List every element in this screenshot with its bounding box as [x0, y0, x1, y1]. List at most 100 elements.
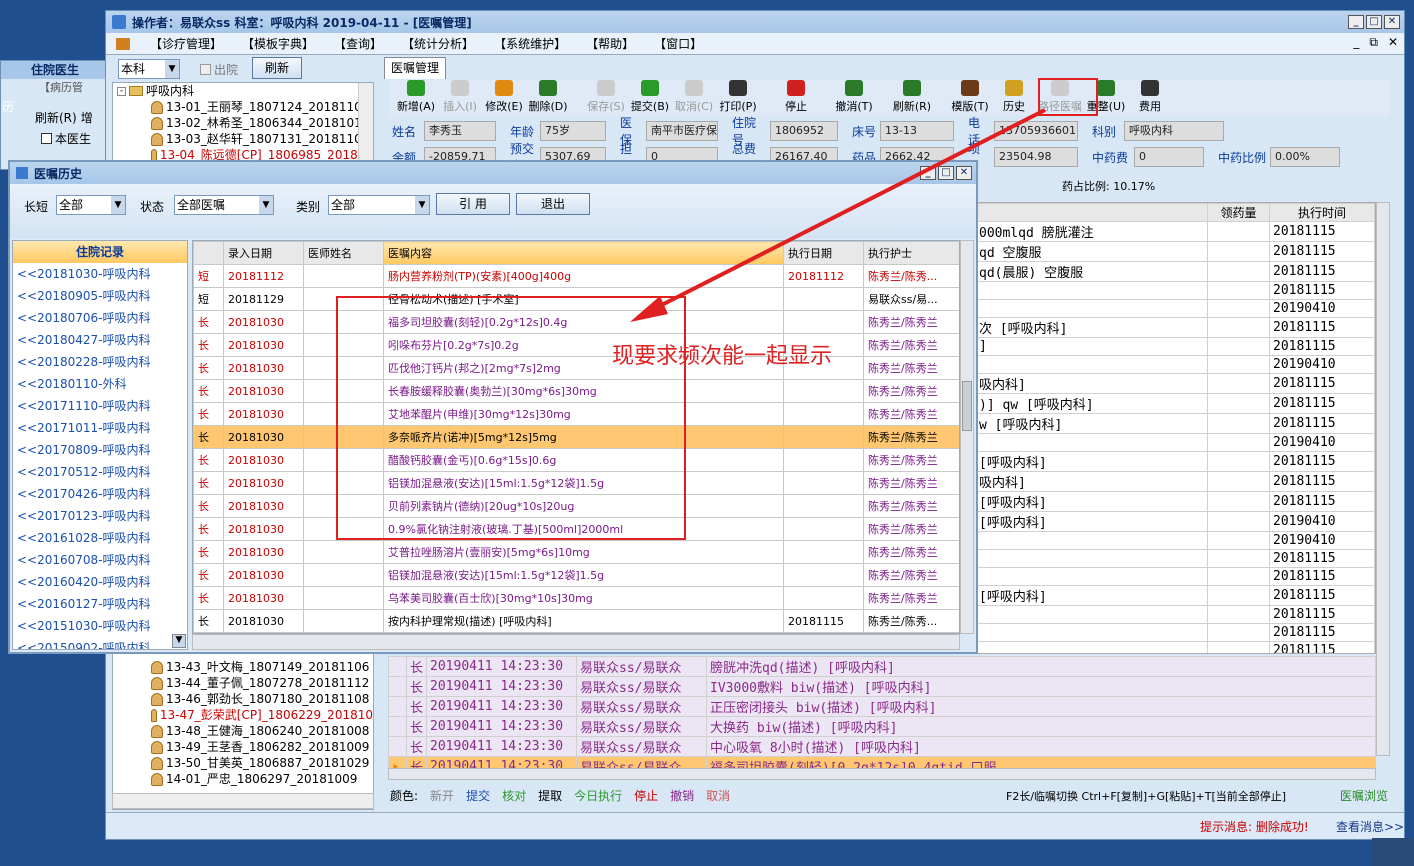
maximize-icon[interactable]: □ [1366, 15, 1382, 29]
records-scroll-down-icon[interactable]: ▼ [172, 634, 186, 648]
col-dispense[interactable]: 领药量 [1207, 203, 1270, 222]
table-row[interactable]: 长 20190411 14:23:30 易联众ss/易联众 正压密闭接头 biw(描述… [388, 696, 1376, 717]
menu-item-3[interactable]: 【统计分析】 [402, 35, 474, 52]
table-row[interactable]: ▸长20190411 14:23:30易联众ss/易联众福多司坦胶囊(刻轻)[0… [388, 756, 1376, 768]
mdi-close-icon[interactable]: ✕ [1388, 35, 1398, 50]
record-item[interactable]: <<20180110-外科 [13, 373, 187, 395]
patient-node[interactable]: 13-46_郭劲长_1807180_20181108 [113, 691, 373, 707]
view-message-link[interactable]: 查看消息>> [1336, 818, 1404, 835]
record-item[interactable]: <<20180706-呼吸内科 [13, 307, 187, 329]
dept-select[interactable]: 本科 ▼ [118, 59, 180, 79]
table-row[interactable]: 长 20181030 乌苯美司胶囊(百士欣)[30mg*10s]30mg 陈秀兰/陈秀… [193, 586, 959, 610]
table-row[interactable]: )] qw [呼吸内科] 20181115 [975, 393, 1375, 414]
record-item[interactable]: <<20171011-呼吸内科 [13, 417, 187, 439]
history-hscrollbar[interactable] [192, 634, 960, 650]
type-select[interactable]: 全部 ▼ [56, 195, 126, 215]
collapse-icon[interactable]: - [117, 86, 126, 96]
menu-item-6[interactable]: 【窗口】 [654, 35, 702, 52]
record-item[interactable]: <<20151030-呼吸内科 [13, 615, 187, 637]
table-row[interactable]: 长 20190411 14:23:30 易联众ss/易联众 膀胱冲洗qd(描述) [呼… [388, 656, 1376, 677]
tree-root[interactable]: - 呼吸内科 [113, 83, 373, 99]
patient-node[interactable]: 13-47_彭荣武[CP]_1806229_201810 [113, 707, 373, 723]
record-item[interactable]: <<20170123-呼吸内科 [13, 505, 187, 527]
record-item[interactable]: <<20180427-呼吸内科 [13, 329, 187, 351]
menu-item-4[interactable]: 【系统维护】 [494, 35, 566, 52]
tree-scrollbar[interactable] [358, 83, 373, 161]
mdi-minimize-icon[interactable]: _ [1353, 35, 1359, 50]
bg-add-button[interactable]: 增 [81, 109, 93, 126]
menu-item-1[interactable]: 【模板字典】 [242, 35, 314, 52]
table-row[interactable]: 吸内科] 20181115 [975, 471, 1375, 492]
table-row[interactable]: 长 20181030 艾普拉唑肠溶片(壹丽安)[5mg*6s]10mg 陈秀兰/陈秀兰 [193, 540, 959, 564]
toolbar-button-1[interactable]: 插入(I) [440, 80, 480, 114]
category-select[interactable]: 全部 ▼ [328, 195, 430, 215]
patient-node[interactable]: 13-50_甘美英_1806887_20181029 [113, 755, 373, 771]
table-row[interactable]: w [呼吸内科] 20181115 [975, 413, 1375, 434]
record-item[interactable]: <<20170426-呼吸内科 [13, 483, 187, 505]
bottom-hscrollbar[interactable] [388, 768, 1376, 780]
table-row[interactable]: ] 20181115 [975, 337, 1375, 356]
patient-node[interactable]: 13-49_王茎香_1806282_20181009 [113, 739, 373, 755]
table-row[interactable]: 20181115 [975, 549, 1375, 568]
record-item[interactable]: <<20161028-呼吸内科 [13, 527, 187, 549]
history-col-header[interactable]: 医师姓名 [303, 241, 384, 265]
order-browse-link[interactable]: 医嘱浏览 [1340, 787, 1388, 804]
record-item[interactable]: <<20180905-呼吸内科 [13, 285, 187, 307]
menu-item-2[interactable]: 【查询】 [334, 35, 382, 52]
table-row[interactable]: [呼吸内科] 20181115 [975, 491, 1375, 512]
toolbar-button-15[interactable]: 费用 [1130, 80, 1170, 114]
exit-button[interactable]: 退出 [516, 193, 590, 215]
close-icon[interactable]: ✕ [1384, 15, 1400, 29]
record-item[interactable]: <<20160420-呼吸内科 [13, 571, 187, 593]
col-exec-time[interactable]: 执行时间 [1269, 203, 1375, 222]
mdi-restore-icon[interactable]: ⧉ [1369, 35, 1378, 50]
record-item[interactable]: <<20150902-呼吸内科 [13, 637, 187, 649]
patient-node[interactable]: 13-02_林希圣_1806344_20181010 [113, 115, 373, 131]
table-row[interactable]: 长 20190411 14:23:30 易联众ss/易联众 IV3000敷料 biw(… [388, 676, 1376, 697]
table-row[interactable]: [呼吸内科] 20190410 [975, 511, 1375, 532]
scroll-thumb[interactable] [962, 381, 972, 431]
table-row[interactable]: 20181115 [975, 567, 1375, 586]
menu-item-5[interactable]: 【帮助】 [586, 35, 634, 52]
toolbar-button-3[interactable]: 删除(D) [528, 80, 568, 114]
record-item[interactable]: <<20181030-呼吸内科 [13, 263, 187, 285]
status-select[interactable]: 全部医嘱 ▼ [174, 195, 274, 215]
record-item[interactable]: <<20160708-呼吸内科 [13, 549, 187, 571]
table-row[interactable]: 吸内科] 20181115 [975, 373, 1375, 394]
table-row[interactable]: 20190410 [975, 355, 1375, 374]
refresh-button[interactable]: 刷新 [252, 57, 302, 79]
patient-node[interactable]: 13-43_叶文梅_1807149_20181106 [113, 659, 373, 675]
table-row[interactable]: 20181115 [975, 605, 1375, 624]
tab-order-management[interactable]: 医嘱管理 [384, 57, 446, 79]
table-row[interactable]: 20181115 [975, 641, 1375, 653]
table-row[interactable]: 20190410 [975, 433, 1375, 452]
patient-node[interactable]: 13-03_赵华轩_1807131_20181106 [113, 131, 373, 147]
patient-node[interactable]: 13-01_王丽琴_1807124_20181106 [113, 99, 373, 115]
record-item[interactable]: <<20171110-呼吸内科 [13, 395, 187, 417]
table-row[interactable]: 长 20181030 铝镁加混悬液(安达)[15ml:1.5g*12袋]1.5g 陈秀… [193, 563, 959, 587]
discharge-checkbox[interactable] [200, 64, 211, 75]
toolbar-button-2[interactable]: 修改(E) [484, 80, 524, 114]
patient-node[interactable]: 14-01_严忠_1806297_20181009 [113, 771, 373, 787]
order-grid-scrollbar[interactable] [1376, 202, 1390, 756]
minimize-icon[interactable]: _ [1348, 15, 1364, 29]
bg-refresh-button[interactable]: 刷新(R) [35, 109, 77, 126]
tree-hscrollbar[interactable] [112, 793, 374, 809]
menu-item-0[interactable]: 【诊疗管理】 [150, 35, 222, 52]
table-row[interactable]: [呼吸内科] 20181115 [975, 451, 1375, 472]
history-col-header[interactable] [193, 241, 224, 265]
table-row[interactable]: 长 20190411 14:23:30 易联众ss/易联众 大换药 biw(描述) [… [388, 716, 1376, 737]
patient-node[interactable]: 13-44_董子佩_1807278_20181112 [113, 675, 373, 691]
record-item[interactable]: <<20180228-呼吸内科 [13, 351, 187, 373]
record-item[interactable]: <<20170809-呼吸内科 [13, 439, 187, 461]
bg-window-tab[interactable]: 【病历管 [1, 79, 105, 97]
table-row[interactable]: 长 20181030 按内科护理常规(描述) [呼吸内科] 20181115 陈秀兰/陈… [193, 609, 959, 633]
no-doctor-checkbox[interactable] [41, 133, 52, 144]
record-item[interactable]: <<20170512-呼吸内科 [13, 461, 187, 483]
table-row[interactable]: 20190410 [975, 531, 1375, 550]
patient-node[interactable]: 13-48_王健海_1806240_20181008 [113, 723, 373, 739]
toolbar-button-0[interactable]: 新增(A) [396, 80, 436, 114]
quote-button[interactable]: 引 用 [436, 193, 510, 215]
table-row[interactable]: 长 20190411 14:23:30 易联众ss/易联众 中心吸氧 8小时(描述) … [388, 736, 1376, 757]
table-row[interactable]: [呼吸内科] 20181115 [975, 585, 1375, 606]
